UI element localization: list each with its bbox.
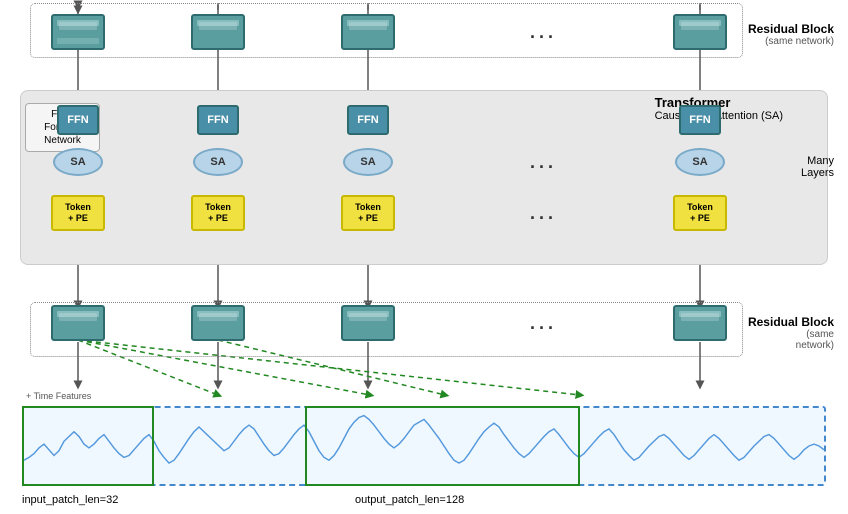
diagram-container: ... Residual Block (same network) Transf… (0, 0, 848, 514)
sa-oval-1: SA (53, 148, 103, 176)
top-teal-box-4 (673, 14, 727, 50)
ffn-box-1: FFN (57, 105, 99, 135)
output-patch-label: output_patch_len=128 (355, 494, 464, 506)
bottom-dots: ... (530, 313, 557, 334)
chart-area (22, 406, 826, 486)
token-pe-2: Token + PE (191, 195, 245, 231)
bottom-teal-box-4 (673, 305, 727, 341)
many-layers-label: Many Layers (801, 155, 834, 179)
token-pe-3: Token + PE (341, 195, 395, 231)
bottom-teal-box-2 (191, 305, 245, 341)
sa-oval-3: SA (343, 148, 393, 176)
sa-oval-2: SA (193, 148, 243, 176)
bottom-residual-label: Residual Block (samenetwork) (748, 315, 834, 351)
top-teal-box-1 (51, 14, 105, 50)
top-residual-label: Residual Block (same network) (748, 22, 834, 47)
token-dots: ... (530, 203, 557, 224)
top-teal-box-3 (341, 14, 395, 50)
top-dots: ... (530, 22, 557, 43)
token-pe-4: Token + PE (673, 195, 727, 231)
token-pe-1: Token + PE (51, 195, 105, 231)
bottom-teal-box-3 (341, 305, 395, 341)
ffn-box-3: FFN (347, 105, 389, 135)
time-features-label: + Time Features (26, 391, 91, 401)
transformer-dots: ... (530, 152, 557, 173)
top-teal-box-2 (191, 14, 245, 50)
ffn-box-4: FFN (679, 105, 721, 135)
ffn-box-2: FFN (197, 105, 239, 135)
chart-svg (24, 408, 824, 484)
bottom-teal-box-1 (51, 305, 105, 341)
input-patch-label: input_patch_len=32 (22, 494, 118, 506)
sa-oval-4: SA (675, 148, 725, 176)
